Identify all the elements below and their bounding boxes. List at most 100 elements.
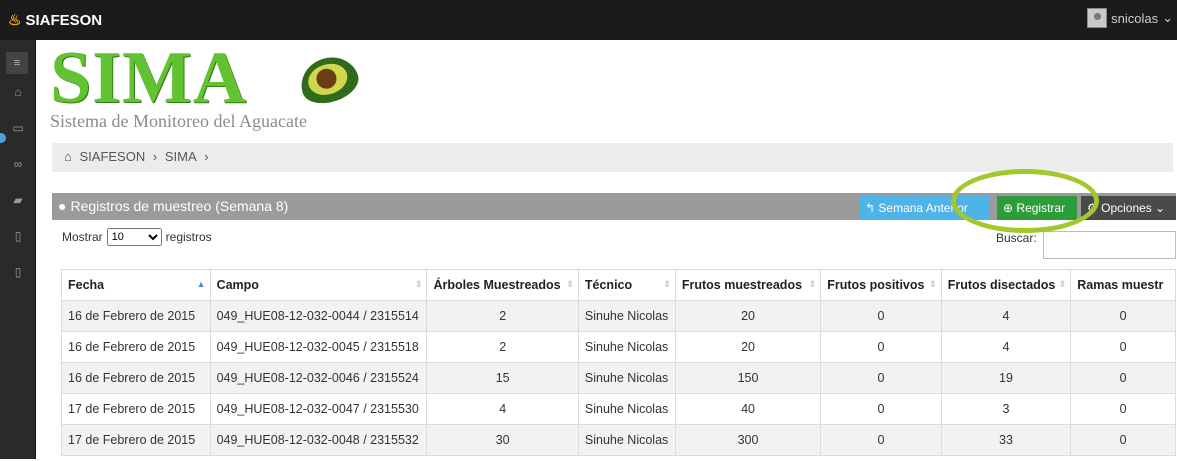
records-table: Fecha ▲ Campo ⇕ Árboles Muestreados ⇕ Técni… <box>61 269 1176 456</box>
options-label: Opciones <box>1101 201 1152 215</box>
table-cell: 4 <box>940 300 1072 332</box>
breadcrumb-separator: › <box>152 149 158 164</box>
table-cell: Sinuhe Nicolas <box>577 362 676 394</box>
table-cell: 16 de Febrero de 2015 <box>61 362 211 394</box>
sima-logo: SIMA Sistema de Monitoreo del Aguacate <box>48 37 378 138</box>
table-cell: 0 <box>1070 300 1176 332</box>
column-header-label: Árboles Muestreados <box>433 278 561 292</box>
column-header[interactable]: Frutos muestreados ⇕ <box>674 269 822 301</box>
column-header[interactable]: Frutos disectados ⇕ <box>940 269 1072 301</box>
column-header-label: Frutos positivos <box>827 278 925 292</box>
table-cell: 049_HUE08-12-032-0044 / 2315514 <box>209 300 428 332</box>
table-cell: 20 <box>674 331 822 363</box>
table-cell: 16 de Febrero de 2015 <box>61 300 211 332</box>
table-cell: 33 <box>940 424 1072 456</box>
table-cell: 15 <box>426 362 579 394</box>
table-cell: 2 <box>426 300 579 332</box>
column-header-label: Frutos muestreados <box>681 278 803 292</box>
panel-title: ● Registros de muestreo (Semana 8) <box>58 198 288 214</box>
table-cell: 17 de Febrero de 2015 <box>61 393 211 425</box>
folder-icon[interactable]: ▭ <box>0 116 36 140</box>
user-menu[interactable]: snicolas ⌄ <box>1087 8 1173 28</box>
column-header[interactable]: Técnico ⇕ <box>577 269 676 301</box>
column-header[interactable]: Frutos positivos ⇕ <box>820 269 942 301</box>
brand[interactable]: ♨ SIAFESON <box>8 11 102 30</box>
column-header-label: Técnico <box>584 278 633 292</box>
table-cell: 049_HUE08-12-032-0047 / 2315530 <box>209 393 428 425</box>
table-cell: 300 <box>674 424 822 456</box>
table-body: 16 de Febrero de 2015 049_HUE08-12-032-00… <box>61 300 1176 456</box>
table-cell: 16 de Febrero de 2015 <box>61 331 211 363</box>
table-cell: 0 <box>820 331 942 363</box>
table-cell: 0 <box>820 393 942 425</box>
table-cell: 0 <box>1070 424 1176 456</box>
column-header[interactable]: Fecha ▲ <box>61 269 211 301</box>
table-cell: Sinuhe Nicolas <box>577 393 676 425</box>
chevron-down-icon: ⌄ <box>1162 10 1173 25</box>
circle-chevron-icon: ● <box>58 198 67 214</box>
show-label: Mostrar <box>62 230 103 244</box>
register-highlight-annotation <box>951 169 1099 233</box>
search-input[interactable] <box>1043 231 1176 259</box>
menu-icon[interactable]: ≡ <box>6 52 28 74</box>
table-cell: 0 <box>1070 331 1176 363</box>
column-header-label: Campo <box>216 278 259 292</box>
table-cell: Sinuhe Nicolas <box>577 424 676 456</box>
column-header-label: Frutos disectados <box>947 278 1056 292</box>
sort-icon: ⇕ <box>929 279 937 289</box>
table-cell: 17 de Febrero de 2015 <box>61 424 211 456</box>
breadcrumb-item-sima[interactable]: SIMA <box>165 149 197 164</box>
table-header-row: Fecha ▲ Campo ⇕ Árboles Muestreados ⇕ Técni… <box>61 269 1176 301</box>
table-cell: 0 <box>820 424 942 456</box>
table-cell: 0 <box>820 300 942 332</box>
page-length-select[interactable]: 10 <box>106 228 162 246</box>
table-row[interactable]: 16 de Febrero de 2015 049_HUE08-12-032-00… <box>61 300 1176 332</box>
table-cell: 4 <box>940 331 1072 363</box>
file-icon[interactable]: ▯ <box>0 224 36 248</box>
table-row[interactable]: 17 de Febrero de 2015 049_HUE08-12-032-00… <box>61 424 1176 456</box>
table-row[interactable]: 16 de Febrero de 2015 049_HUE08-12-032-00… <box>61 362 1176 394</box>
column-header-label: Fecha <box>68 278 105 292</box>
sort-icon: ⇕ <box>808 279 817 289</box>
column-header[interactable]: Ramas muestr <box>1070 269 1176 301</box>
sort-icon: ⇕ <box>663 279 671 289</box>
table-row[interactable]: 17 de Febrero de 2015 049_HUE08-12-032-00… <box>61 393 1176 425</box>
table-cell: Sinuhe Nicolas <box>577 300 676 332</box>
reply-icon: ↰ <box>865 201 876 215</box>
search-label: Buscar: <box>996 231 1037 245</box>
table-row[interactable]: 16 de Febrero de 2015 049_HUE08-12-032-00… <box>61 331 1176 363</box>
sort-icon: ⇕ <box>414 279 423 289</box>
avatar <box>1087 8 1108 28</box>
records-label: registros <box>165 230 212 244</box>
table-cell: 0 <box>1070 393 1176 425</box>
column-header[interactable]: Árboles Muestreados ⇕ <box>426 269 579 301</box>
breadcrumb-item-siafeson[interactable]: SIAFESON <box>79 149 145 164</box>
sort-asc-icon: ▲ <box>196 279 206 289</box>
column-header[interactable]: Campo ⇕ <box>209 269 428 301</box>
table-cell: 049_HUE08-12-032-0048 / 2315532 <box>209 424 428 456</box>
panel-title-text: Registros de muestreo (Semana 8) <box>70 198 289 214</box>
home-icon[interactable]: ⌂ <box>0 80 36 104</box>
column-header-label: Ramas muestr <box>1077 278 1164 292</box>
sidebar: ≡ ⌂ ▭ ∞ ▰ ▯ ▯ <box>0 40 36 459</box>
home-icon: ⌂ <box>64 149 72 164</box>
sort-icon: ⇕ <box>1058 279 1067 289</box>
link-icon[interactable]: ∞ <box>0 152 36 176</box>
logo-title: SIMA <box>50 37 248 119</box>
table-cell: 0 <box>1070 362 1176 394</box>
logo-subtitle: Sistema de Monitoreo del Aguacate <box>50 111 307 131</box>
breadcrumb-separator: › <box>204 149 209 164</box>
table-cell: 20 <box>674 300 822 332</box>
user-name: snicolas <box>1111 10 1159 26</box>
chevron-down-icon: ⌄ <box>1155 201 1166 215</box>
table-cell: 3 <box>940 393 1072 425</box>
book-icon[interactable]: ▰ <box>0 188 36 212</box>
sort-icon: ⇕ <box>566 279 574 289</box>
file-icon[interactable]: ▯ <box>0 260 36 284</box>
table-cell: 150 <box>674 362 822 394</box>
table-cell: 4 <box>426 393 579 425</box>
page-length-control: Mostrar 10 registros <box>62 228 212 246</box>
breadcrumb: ⌂ SIAFESON › SIMA › <box>52 143 1173 172</box>
records-panel: ● Registros de muestreo (Semana 8) ↰ Sem… <box>52 193 1176 461</box>
table-cell: 2 <box>426 331 579 363</box>
